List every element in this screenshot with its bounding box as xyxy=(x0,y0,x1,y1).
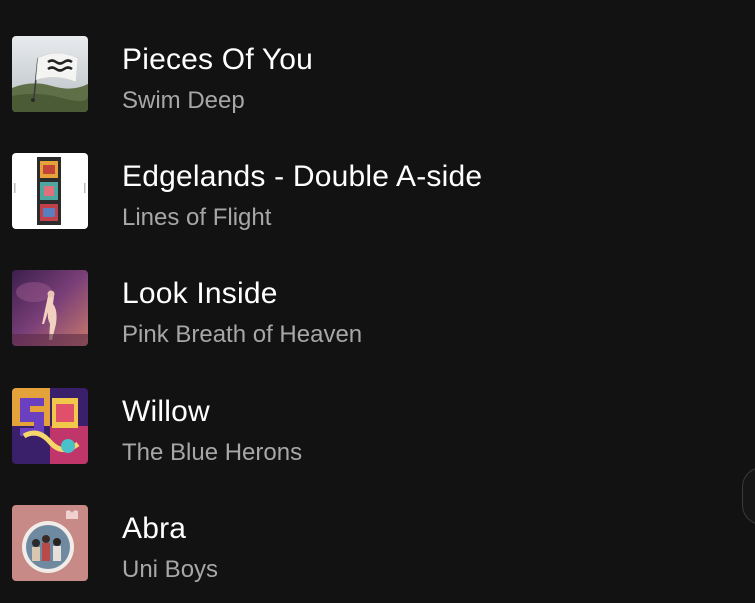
track-title: Edgelands - Double A-side xyxy=(122,160,483,193)
track-artist: The Blue Herons xyxy=(122,439,303,466)
band-photo-artwork xyxy=(12,505,88,581)
track-title: Willow xyxy=(122,395,210,428)
track-artist: Lines of Flight xyxy=(122,204,272,231)
track-title: Pieces Of You xyxy=(122,43,314,76)
track-artist: Uni Boys xyxy=(122,556,219,583)
figure-in-purple-artwork xyxy=(12,270,88,346)
album-artwork xyxy=(12,270,88,346)
film-strip-artwork xyxy=(12,153,88,229)
psychedelic-letters-artwork xyxy=(12,388,88,464)
track-list: Pieces Of You Swim Deep Edgelands - Doub… xyxy=(0,0,755,603)
track-row[interactable]: Abra Uni Boys xyxy=(0,493,740,593)
album-artwork xyxy=(12,153,88,229)
track-artist: Pink Breath of Heaven xyxy=(122,321,363,348)
album-artwork xyxy=(12,505,88,581)
track-row[interactable]: Willow The Blue Herons xyxy=(0,376,740,476)
album-artwork xyxy=(12,388,88,464)
album-artwork xyxy=(12,36,88,112)
track-row[interactable]: Pieces Of You Swim Deep xyxy=(0,24,740,124)
track-artist: Swim Deep xyxy=(122,87,245,114)
track-row[interactable]: Edgelands - Double A-side Lines of Fligh… xyxy=(0,141,740,241)
track-row[interactable]: Look Inside Pink Breath of Heaven xyxy=(0,258,740,358)
track-title: Abra xyxy=(122,512,187,545)
track-title: Look Inside xyxy=(122,277,278,310)
flag-on-hill-artwork xyxy=(12,36,88,112)
